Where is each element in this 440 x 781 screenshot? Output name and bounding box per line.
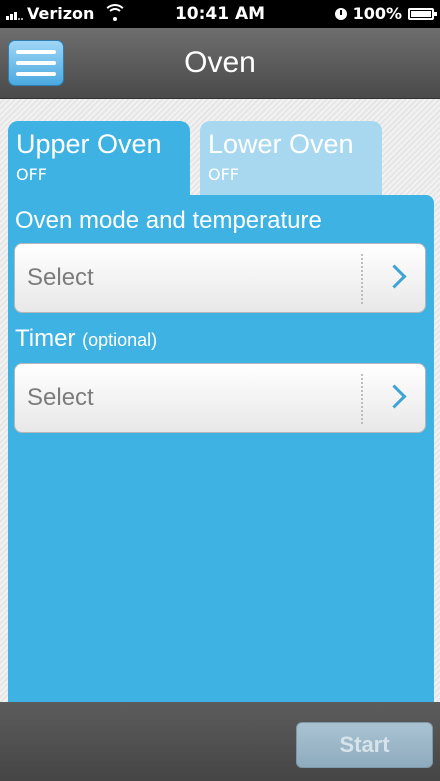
- status-bar: Verizon 10:41 AM 100%: [0, 0, 440, 28]
- page-title: Oven: [184, 46, 256, 79]
- alarm-clock-icon: [334, 7, 347, 20]
- chevron-right-icon: [382, 264, 407, 289]
- oven-settings-panel: Oven mode and temperature Select Timer (…: [8, 195, 434, 702]
- battery-icon: [408, 7, 437, 20]
- status-right: 100%: [334, 4, 437, 23]
- tab-lower-oven[interactable]: Lower Oven OFF: [200, 121, 382, 197]
- timer-label: Timer (optional): [15, 325, 157, 353]
- tab-status: OFF: [16, 165, 47, 184]
- select-divider: [361, 254, 363, 304]
- main-content: Lower Oven OFF Upper Oven OFF Oven mode …: [0, 99, 440, 702]
- select-divider: [361, 374, 363, 424]
- oven-mode-label: Oven mode and temperature: [15, 207, 322, 235]
- chevron-right-icon: [382, 384, 407, 409]
- timer-optional-label: (optional): [82, 330, 158, 350]
- tab-label: Upper Oven: [16, 129, 162, 159]
- oven-mode-select-value: Select: [27, 264, 94, 291]
- timer-select-value: Select: [27, 384, 94, 411]
- oven-mode-label-text: Oven mode and temperature: [15, 207, 322, 234]
- timer-label-text: Timer: [15, 325, 76, 352]
- tab-label: Lower Oven: [208, 129, 354, 159]
- timer-select[interactable]: Select: [14, 363, 426, 433]
- battery-percentage: 100%: [352, 4, 402, 23]
- oven-mode-select[interactable]: Select: [14, 243, 426, 313]
- tab-status: OFF: [208, 165, 239, 184]
- nav-bar: Oven: [0, 28, 440, 99]
- bottom-bar: Start: [0, 702, 440, 781]
- start-button[interactable]: Start: [296, 722, 433, 768]
